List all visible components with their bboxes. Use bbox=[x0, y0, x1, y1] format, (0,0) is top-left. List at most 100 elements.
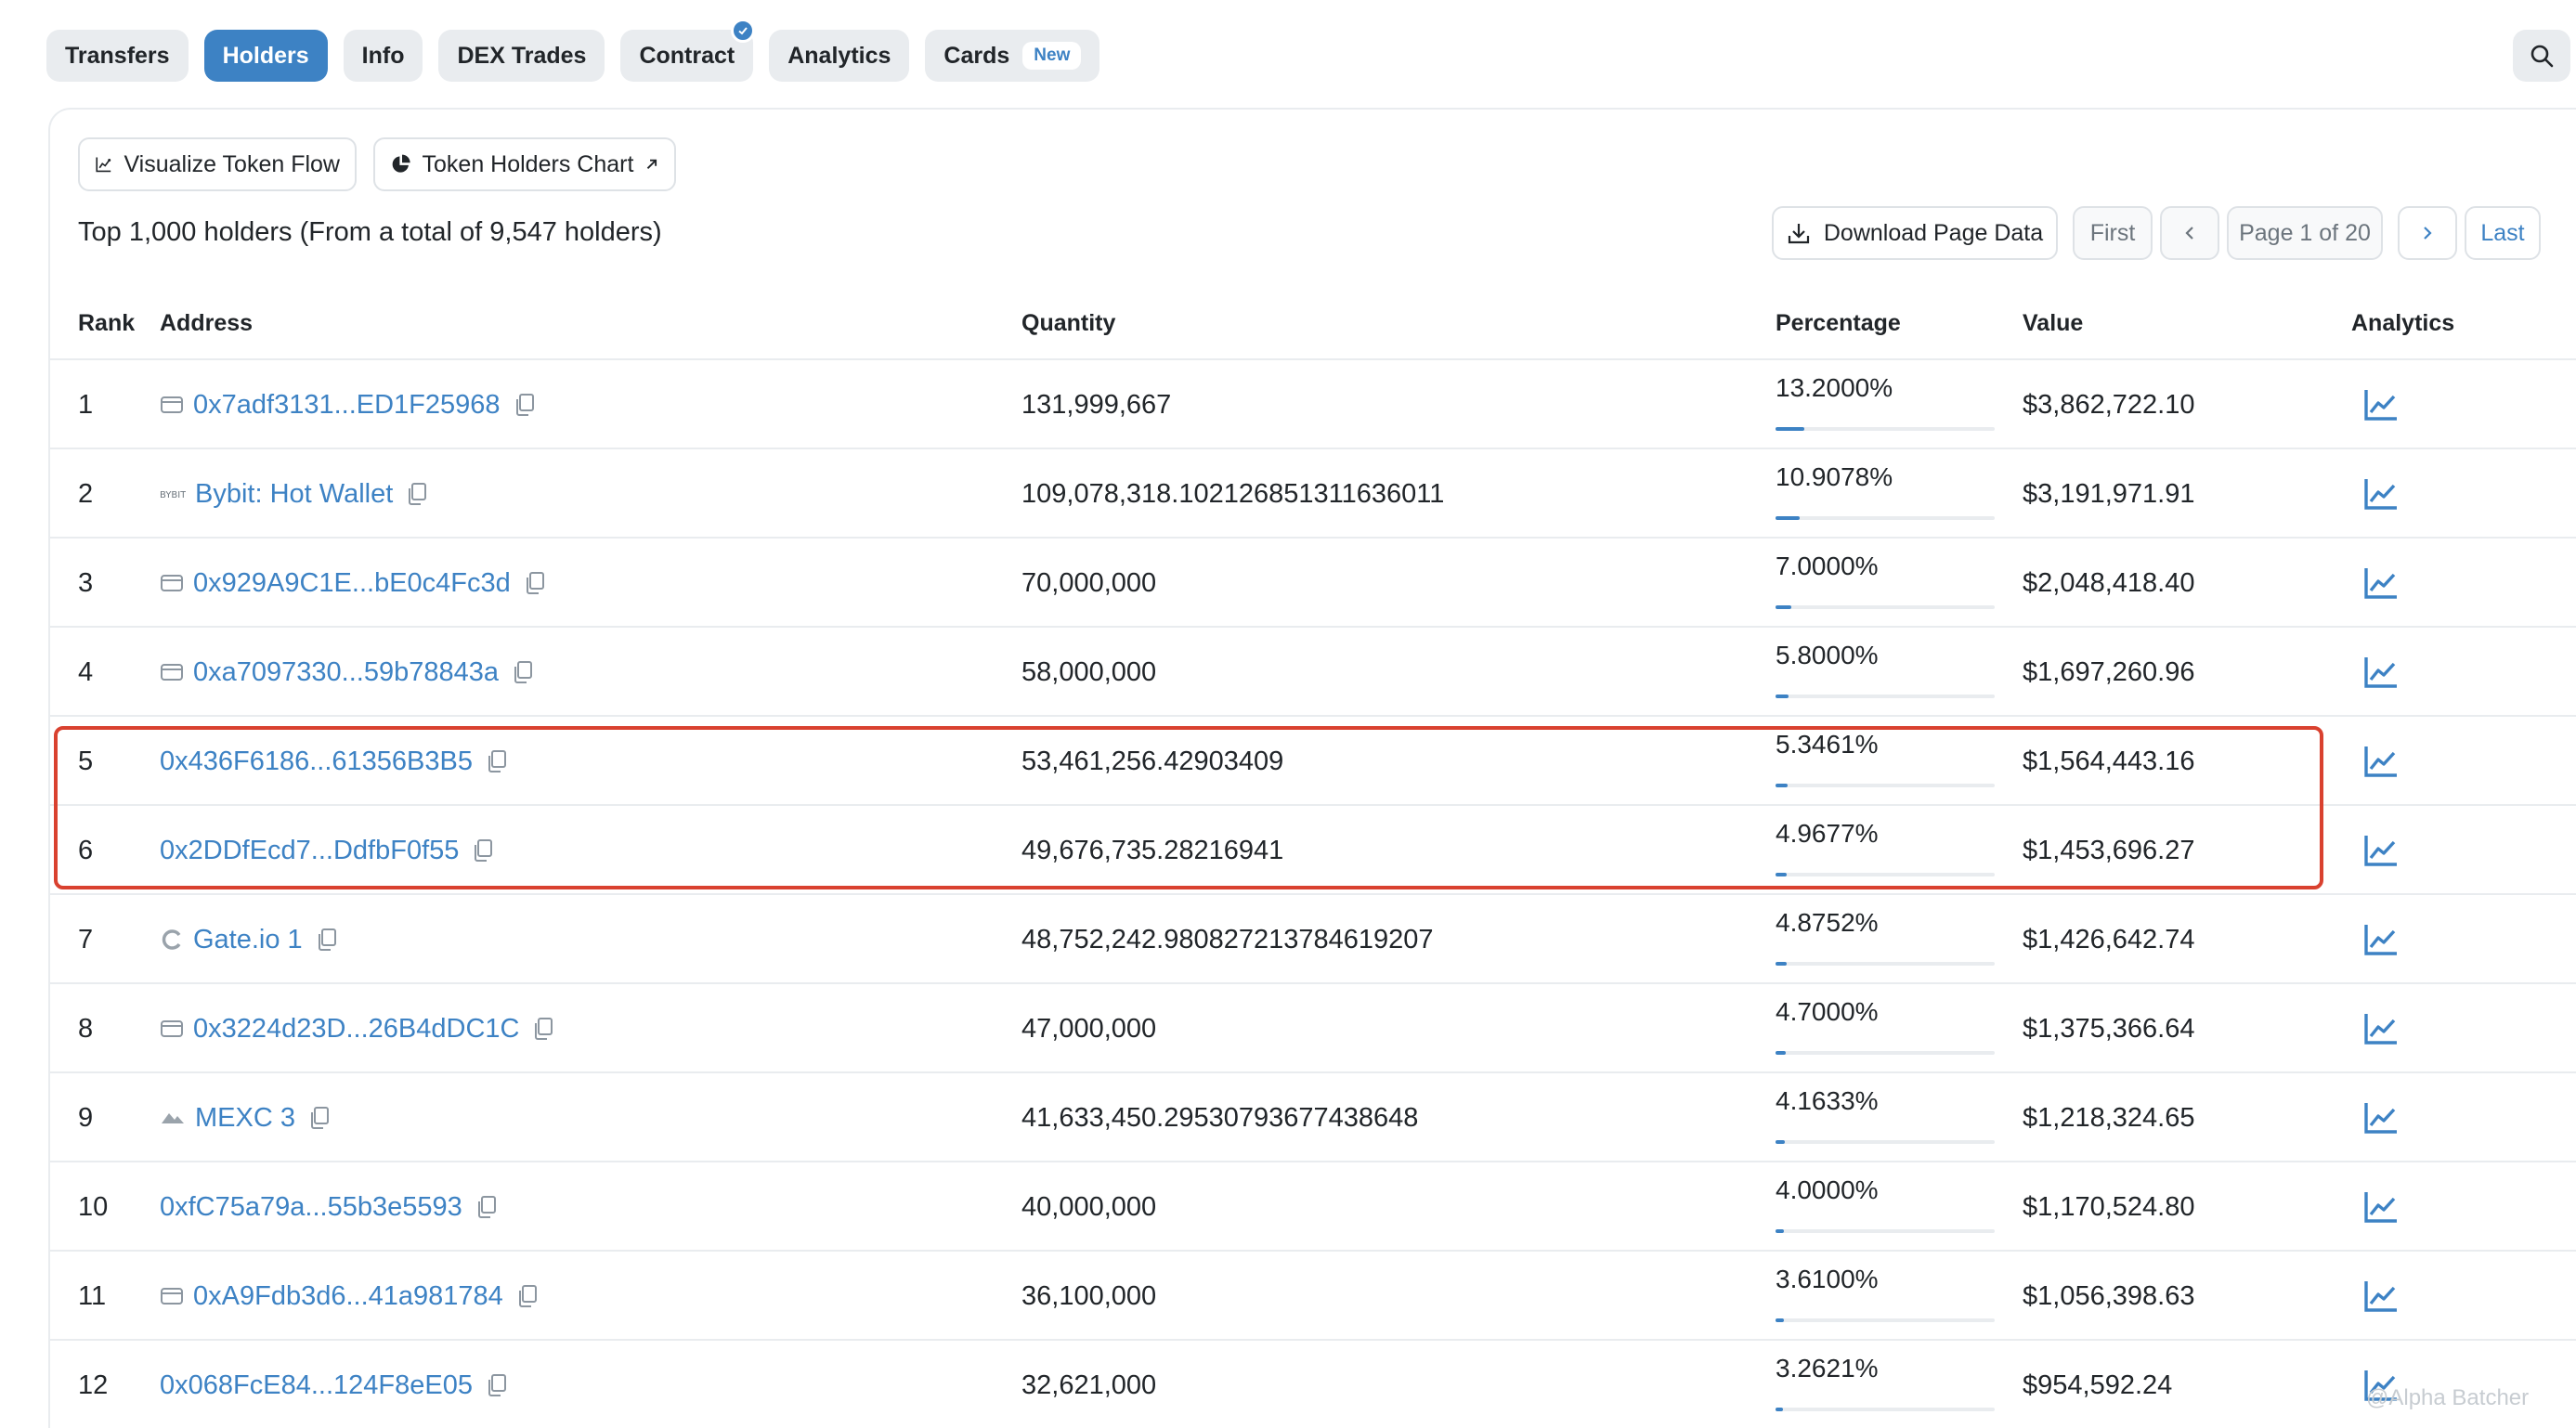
copy-icon[interactable] bbox=[472, 838, 494, 863]
last-page-button[interactable]: Last bbox=[2465, 206, 2541, 260]
wallet-icon bbox=[160, 395, 184, 415]
quantity-cell: 58,000,000 bbox=[1021, 656, 1157, 687]
analytics-chart-icon[interactable] bbox=[2362, 832, 2400, 869]
rank-cell: 10 bbox=[78, 1191, 109, 1222]
tab-holders[interactable]: Holders bbox=[203, 30, 328, 82]
address-cell: Gate.io 1 bbox=[160, 895, 338, 984]
value-cell: $3,191,971.91 bbox=[2023, 478, 2195, 509]
header-value: Value bbox=[2023, 310, 2084, 336]
copy-icon[interactable] bbox=[308, 1106, 331, 1130]
percentage-bar-fill bbox=[1776, 516, 1800, 520]
first-page-button[interactable]: First bbox=[2073, 206, 2153, 260]
percentage-text: 3.6100% bbox=[1776, 1265, 1879, 1293]
value-cell: $954,592.24 bbox=[2023, 1370, 2173, 1400]
address-link[interactable]: 0x7adf3131...ED1F25968 bbox=[193, 390, 501, 421]
percentage-cell: 4.7000% bbox=[1776, 997, 1995, 1062]
percentage-bar bbox=[1776, 1140, 1995, 1144]
tab-cards[interactable]: Cards New bbox=[925, 30, 1100, 82]
table-row: 8 0x3224d23D...26B4dDC1C 47,000,000 4.7000%… bbox=[48, 982, 2576, 1071]
percentage-bar-fill bbox=[1776, 1229, 1784, 1233]
percentage-cell: 13.2000% bbox=[1776, 373, 1995, 438]
tab-dex-trades[interactable]: DEX Trades bbox=[438, 30, 605, 82]
percentage-bar bbox=[1776, 605, 1995, 609]
chevron-left-icon bbox=[2185, 227, 2193, 240]
quantity-cell: 41,633,450.29530793677438648 bbox=[1021, 1102, 1419, 1133]
percentage-text: 4.0000% bbox=[1776, 1175, 1879, 1204]
address-link[interactable]: 0x068FcE84...124F8eE05 bbox=[160, 1370, 473, 1401]
quantity-cell: 131,999,667 bbox=[1021, 389, 1172, 420]
tab-analytics[interactable]: Analytics bbox=[769, 30, 910, 82]
address-link[interactable]: 0x3224d23D...26B4dDC1C bbox=[193, 1014, 519, 1045]
percentage-text: 10.9078% bbox=[1776, 462, 1893, 491]
copy-icon[interactable] bbox=[486, 749, 508, 773]
rank-cell: 11 bbox=[78, 1280, 107, 1311]
quantity-cell: 53,461,256.42903409 bbox=[1021, 746, 1284, 776]
percentage-bar-fill bbox=[1776, 873, 1787, 876]
visualize-token-flow-button[interactable]: Visualize Token Flow bbox=[78, 137, 357, 191]
copy-icon[interactable] bbox=[316, 928, 338, 952]
percentage-cell: 3.6100% bbox=[1776, 1265, 1995, 1330]
header-address: Address bbox=[160, 310, 254, 336]
rank-cell: 5 bbox=[78, 746, 94, 776]
percentage-bar-fill bbox=[1776, 605, 1791, 609]
quantity-cell: 36,100,000 bbox=[1021, 1280, 1157, 1311]
analytics-chart-icon[interactable] bbox=[2362, 565, 2400, 602]
search-icon bbox=[2530, 45, 2554, 68]
copy-icon[interactable] bbox=[512, 660, 534, 684]
table-row: 2 BYBIT Bybit: Hot Wallet 109,078,318.10212… bbox=[48, 448, 2576, 537]
table-row: 7 Gate.io 1 48,752,242.980827213784619207 4… bbox=[48, 893, 2576, 982]
address-link[interactable]: 0x929A9C1E...bE0c4Fc3d bbox=[193, 568, 511, 599]
tab-transfers[interactable]: Transfers bbox=[46, 30, 189, 82]
address-link[interactable]: 0xa7097330...59b78843a bbox=[193, 657, 499, 688]
prev-page-button[interactable] bbox=[2160, 206, 2219, 260]
analytics-chart-icon[interactable] bbox=[2362, 386, 2400, 423]
address-cell: MEXC 3 bbox=[160, 1073, 331, 1162]
token-holders-chart-button[interactable]: Token Holders Chart bbox=[373, 137, 676, 191]
tab-info[interactable]: Info bbox=[343, 30, 423, 82]
wallet-icon bbox=[160, 573, 184, 593]
analytics-chart-icon[interactable] bbox=[2362, 475, 2400, 513]
rank-cell: 12 bbox=[78, 1370, 109, 1400]
analytics-chart-icon[interactable] bbox=[2362, 654, 2400, 691]
search-button[interactable] bbox=[2513, 30, 2570, 82]
copy-icon[interactable] bbox=[486, 1373, 508, 1397]
address-link[interactable]: 0x436F6186...61356B3B5 bbox=[160, 746, 473, 777]
table-row: 4 0xa7097330...59b78843a 58,000,000 5.8000%… bbox=[48, 626, 2576, 715]
quantity-cell: 32,621,000 bbox=[1021, 1370, 1157, 1400]
tab-contract[interactable]: Contract bbox=[620, 19, 756, 82]
page-label: Page 1 of 20 bbox=[2239, 219, 2371, 246]
address-link[interactable]: 0xA9Fdb3d6...41a981784 bbox=[193, 1281, 503, 1312]
analytics-chart-icon[interactable] bbox=[2362, 1188, 2400, 1226]
last-label: Last bbox=[2480, 219, 2525, 246]
table-row: 12 0x068FcE84...124F8eE05 32,621,000 3.2621… bbox=[48, 1339, 2576, 1428]
tab-label: Contract bbox=[639, 42, 735, 69]
verified-check-icon bbox=[731, 19, 756, 43]
value-cell: $1,375,366.64 bbox=[2023, 1013, 2195, 1044]
copy-icon[interactable] bbox=[516, 1284, 539, 1308]
analytics-chart-icon[interactable] bbox=[2362, 921, 2400, 958]
copy-icon[interactable] bbox=[514, 393, 536, 417]
tab-bar: Transfers Holders Info DEX Trades Contra… bbox=[46, 19, 1100, 82]
copy-icon[interactable] bbox=[475, 1195, 498, 1219]
analytics-chart-icon[interactable] bbox=[2362, 743, 2400, 780]
table-row: 11 0xA9Fdb3d6...41a981784 36,100,000 3.6100… bbox=[48, 1250, 2576, 1339]
copy-icon[interactable] bbox=[524, 571, 546, 595]
analytics-chart-icon[interactable] bbox=[2362, 1278, 2400, 1315]
percentage-bar bbox=[1776, 695, 1995, 698]
holders-summary: Top 1,000 holders (From a total of 9,547… bbox=[78, 217, 662, 247]
address-cell: BYBIT Bybit: Hot Wallet bbox=[160, 449, 428, 539]
address-link[interactable]: MEXC 3 bbox=[195, 1103, 295, 1134]
address-link[interactable]: Gate.io 1 bbox=[193, 925, 303, 955]
percentage-bar-fill bbox=[1776, 1408, 1783, 1411]
analytics-chart-icon[interactable] bbox=[2362, 1010, 2400, 1047]
mexc-logo-icon bbox=[160, 1110, 186, 1126]
address-link[interactable]: 0xfC75a79a...55b3e5593 bbox=[160, 1192, 462, 1223]
copy-icon[interactable] bbox=[532, 1017, 554, 1041]
next-page-button[interactable] bbox=[2398, 206, 2457, 260]
analytics-chart-icon[interactable] bbox=[2362, 1099, 2400, 1136]
copy-icon[interactable] bbox=[406, 482, 428, 506]
address-cell: 0x068FcE84...124F8eE05 bbox=[160, 1341, 508, 1428]
address-link[interactable]: 0x2DDfEcd7...DdfbF0f55 bbox=[160, 836, 459, 866]
download-page-data-button[interactable]: Download Page Data bbox=[1772, 206, 2058, 260]
address-link[interactable]: Bybit: Hot Wallet bbox=[195, 479, 393, 510]
